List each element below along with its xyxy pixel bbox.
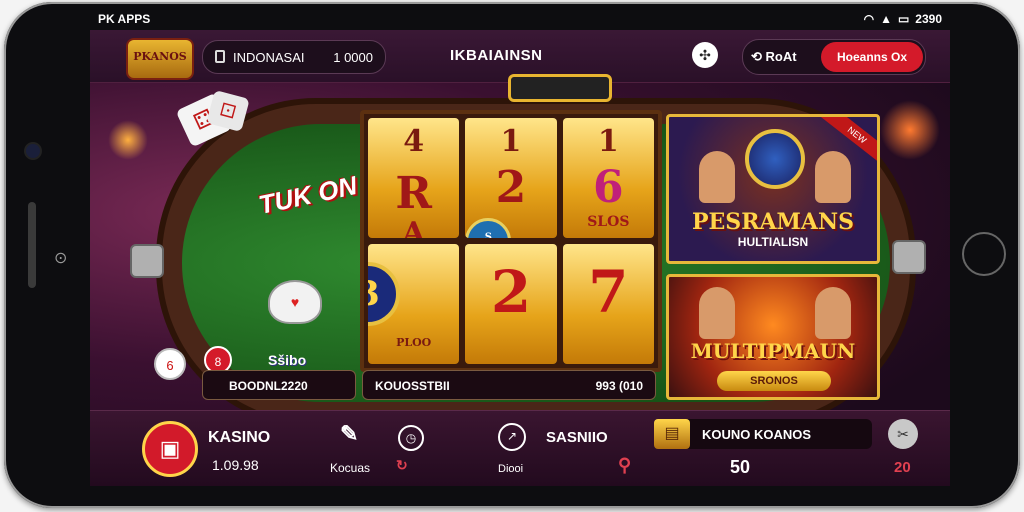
right-value: 20 — [894, 459, 911, 476]
home-button[interactable] — [962, 232, 1006, 276]
info-bar[interactable]: BOODNL2220 — [202, 370, 356, 400]
character-icon — [699, 287, 735, 339]
search-icon[interactable]: ⚲ — [618, 455, 631, 476]
balance-label: INDONASAI — [233, 50, 305, 65]
casino-logo[interactable]: PKANOS — [126, 38, 194, 80]
balance-value: 1 0000 — [333, 50, 373, 65]
chip-white[interactable]: 6 — [154, 348, 186, 380]
status-bar: PK APPS ◠ ▲ ▭ 2390 — [90, 10, 950, 30]
reel-cell: 2 — [465, 244, 557, 364]
character-icon — [699, 151, 735, 203]
lamp-glow — [108, 120, 148, 160]
kasino-value: 1.09.98 — [212, 457, 259, 473]
balance-display[interactable]: INDONASAI 1 0000 — [202, 40, 386, 74]
gear-icon: ✣ — [699, 47, 711, 63]
game-screen: PKANOS INDONASAI 1 0000 IKBAIAINSN ✣ ⟲ R… — [90, 30, 950, 486]
signal-icon: ▲ — [880, 12, 892, 26]
right-handle[interactable] — [892, 240, 926, 274]
game-card-pesramans[interactable]: NEW PESRAMANS HULTIALISN — [666, 114, 880, 264]
refresh-icon: ⟲ — [751, 49, 766, 64]
game-title: PESRAMANS — [692, 209, 854, 235]
mascot-icon: ♥ — [268, 280, 322, 324]
clock-icon[interactable]: ◷ — [398, 425, 424, 451]
clipboard-icon: ▣ — [159, 436, 181, 461]
account-label[interactable]: ⟲ RoAt — [751, 49, 797, 65]
nav-item-sub: Diooi — [498, 463, 524, 475]
jackpot-badge — [508, 74, 612, 102]
nav-item-label[interactable]: Kocuas — [330, 461, 370, 475]
refresh-icon[interactable]: ↻ — [396, 457, 408, 474]
game-card-multipmaun[interactable]: MULTIPMAUN SRONOS — [666, 274, 880, 400]
sensor-icon: ⊙ — [54, 250, 68, 267]
kasino-button[interactable]: ▣ — [142, 421, 198, 477]
promo-label: KOUNO KOANOS — [702, 427, 812, 442]
mascot-label: Sšibo — [268, 352, 307, 368]
kasino-label: KASINO — [208, 429, 271, 446]
side-key — [28, 202, 36, 288]
camera-icon — [26, 144, 40, 158]
lamp-glow — [880, 100, 940, 160]
character-icon — [815, 151, 851, 203]
orb-icon — [745, 129, 805, 189]
page-title: IKBAIAINSN — [450, 47, 543, 64]
carrier-label: PK APPS — [98, 12, 151, 26]
info-label: KOUOSSTBII — [375, 379, 450, 393]
pen-icon[interactable]: ✎ — [340, 421, 358, 447]
treasure-chest-icon: ▤ — [654, 419, 690, 449]
deposit-button[interactable]: Hoeanns Ox — [821, 42, 923, 72]
wallet-icon — [215, 50, 225, 63]
tools-icon[interactable]: ✂ — [888, 419, 918, 449]
compass-icon[interactable]: ↗ — [498, 423, 526, 451]
account-pill: ⟲ RoAt Hoeanns Ox — [742, 39, 926, 75]
promo-value: 50 — [730, 457, 751, 477]
battery-icon: ▭ — [897, 12, 910, 26]
left-handle[interactable] — [130, 244, 164, 278]
info-label: BOODNL2220 — [229, 379, 308, 393]
character-icon — [815, 287, 851, 339]
reel-cell: 3 PLOO — [368, 244, 460, 364]
game-title: MULTIPMAUN — [690, 339, 856, 363]
reel-cell: 4 R A — [368, 118, 460, 238]
wifi-icon: ◠ — [863, 12, 875, 26]
bottom-nav: ▣ KASINO 1.09.98 ✎ ◷ Kocuas ↻ ↗ SASNIIO … — [90, 410, 950, 486]
game-subtitle: HULTIALISN — [737, 235, 809, 249]
reel-cell: 1 2 S — [465, 118, 557, 238]
settings-button[interactable]: ✣ — [692, 42, 718, 68]
reel-cell: 1 6 SLOS — [562, 118, 654, 238]
token-icon: S — [465, 218, 512, 238]
slot-reels[interactable]: 4 R A 1 2 S 1 6 SLOS 3 PLOO 2 7 — [360, 110, 662, 372]
coin-three: 3 — [368, 262, 400, 326]
play-button[interactable]: SRONOS — [717, 371, 831, 391]
nav-item-label[interactable]: SASNIIO — [546, 429, 608, 446]
info-value: 993 (010 — [595, 379, 643, 393]
reel-cell: 7 — [562, 244, 654, 364]
info-bar[interactable]: KOUOSSTBII 993 (010 — [362, 370, 656, 400]
clock: 2390 — [915, 12, 942, 26]
